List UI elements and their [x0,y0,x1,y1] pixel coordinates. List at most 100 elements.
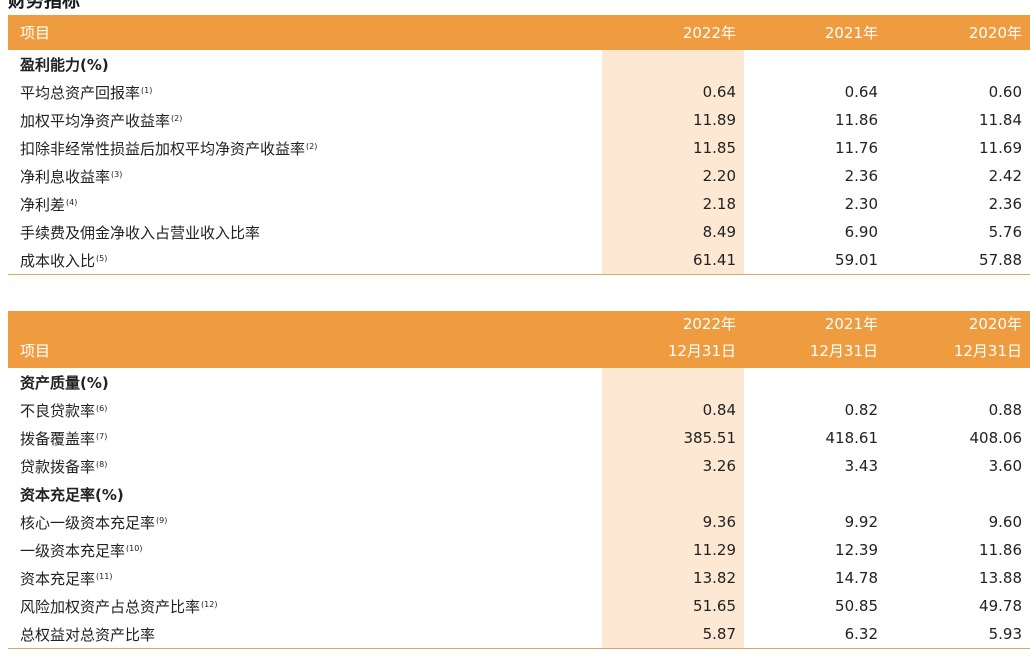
value-cell [602,368,744,396]
value-cell: 0.88 [988,401,1022,419]
value-cell: 2.30 [844,195,878,213]
header-year: 2020年 [968,315,1022,333]
row-label-text: 资本充足率(%) [20,485,124,504]
value-cell: 9.92 [844,513,878,531]
value-cell: 11.84 [979,111,1022,129]
value-cell: 0.64 [602,78,744,106]
row-label: 扣除非经常性损益后加权平均净资产收益率(2) [8,134,602,162]
value-cell: 11.29 [602,536,744,564]
value-cell: 13.82 [602,564,744,592]
value-cell [744,50,886,78]
row-label-text: 风险加权资产占总资产比率 [20,597,201,616]
header-item: 项目 [8,15,602,50]
table-row: 手续费及佣金净收入占营业收入比率 8.49 6.90 5.76 [8,218,1030,246]
value-cell [602,50,744,78]
table-row: 总权益对总资产比率 5.87 6.32 5.93 [8,620,1030,649]
value-cell [602,480,744,508]
table-row: 净利差(4) 2.18 2.30 2.36 [8,190,1030,218]
row-label: 盈利能力(%) [8,50,602,78]
value-cell: 11.69 [979,139,1022,157]
value-cell: 2.20 [602,162,744,190]
table-row: 贷款拨备率(8) 3.26 3.43 3.60 [8,452,1030,480]
value-cell: 11.86 [835,111,878,129]
table-row: 风险加权资产占总资产比率(12) 51.65 50.85 49.78 [8,592,1030,620]
header-date: 12月31日 [953,342,1022,360]
value-cell: 418.61 [825,429,879,447]
asset-quality-capital-table: 项目 2022年 12月31日 2021年 12月31日 2020年 12月31… [8,311,1030,649]
value-cell: 11.85 [602,134,744,162]
page-title: 财务指标 [8,0,80,12]
table-body: 资产质量(%) 不良贷款率(6) 0.84 0.82 0.88 拨备覆盖率(7) 385.5… [8,368,1030,649]
value-cell [744,368,886,396]
value-cell: 3.26 [602,452,744,480]
header-date: 12月31日 [809,342,878,360]
header-2020: 2020年 [886,15,1030,50]
value-cell [744,480,886,508]
footnote-marker: (3) [111,169,123,179]
row-label-text: 贷款拨备率 [20,457,96,476]
value-cell: 2.18 [602,190,744,218]
value-cell: 5.93 [886,620,1030,649]
value-cell: 2.36 [988,195,1022,213]
section-header-row: 资产质量(%) [8,368,1030,396]
value-cell: 9.60 [988,513,1022,531]
header-2022: 2022年 12月31日 [602,311,744,368]
table-row: 平均总资产回报率(1) 0.64 0.64 0.60 [8,78,1030,106]
header-2021: 2021年 [744,15,886,50]
value-cell: 5.87 [602,620,744,649]
row-label: 净利息收益率(3) [8,162,602,190]
header-2020: 2020年 12月31日 [886,311,1030,368]
value-cell: 0.64 [844,83,878,101]
table-row: 成本收入比(5) 61.41 59.01 57.88 [8,246,1030,275]
value-cell: 3.60 [988,457,1022,475]
row-label: 资产质量(%) [8,368,602,396]
value-cell: 14.78 [835,569,878,587]
value-cell: 5.76 [988,223,1022,241]
table-row: 核心一级资本充足率(9) 9.36 9.92 9.60 [8,508,1030,536]
footnote-marker: (5) [96,253,108,263]
row-label-text: 拨备覆盖率 [20,429,96,448]
footnote-marker: (8) [96,459,108,469]
row-label-text: 一级资本充足率 [20,541,126,560]
row-label-text: 总权益对总资产比率 [20,625,156,644]
row-label: 风险加权资产占总资产比率(12) [8,592,602,620]
row-label: 手续费及佣金净收入占营业收入比率 [8,218,602,246]
value-cell: 2.36 [844,167,878,185]
row-label: 总权益对总资产比率 [8,620,602,649]
row-label-text: 手续费及佣金净收入占营业收入比率 [20,223,261,242]
header-date: 12月31日 [667,342,736,360]
value-cell: 61.41 [602,246,744,275]
row-label: 一级资本充足率(10) [8,536,602,564]
value-cell: 9.36 [602,508,744,536]
value-cell [886,368,1030,396]
row-label-text: 净利息收益率 [20,167,111,186]
header-2022: 2022年 [602,15,744,50]
footnote-marker: (1) [141,85,153,95]
row-label-text: 不良贷款率 [20,401,96,420]
profitability-table: 项目 2022年 2021年 2020年 盈利能力(%) 平均总资产回报率(1) 0… [8,15,1030,275]
section-header-row: 资本充足率(%) [8,480,1030,508]
row-label: 净利差(4) [8,190,602,218]
value-cell [886,480,1030,508]
table-row: 加权平均净资产收益率(2) 11.89 11.86 11.84 [8,106,1030,134]
value-cell: 57.88 [886,246,1030,275]
value-cell [886,50,1030,78]
table-row: 拨备覆盖率(7) 385.51 418.61 408.06 [8,424,1030,452]
row-label-text: 资产质量(%) [20,373,109,392]
value-cell: 49.78 [979,597,1022,615]
table-header-row: 项目 2022年 2021年 2020年 [8,15,1030,50]
row-label: 贷款拨备率(8) [8,452,602,480]
row-label: 资本充足率(%) [8,480,602,508]
value-cell: 51.65 [602,592,744,620]
footnote-marker: (10) [126,543,143,553]
footnote-marker: (6) [96,403,108,413]
value-cell: 6.32 [744,620,886,649]
table-row: 一级资本充足率(10) 11.29 12.39 11.86 [8,536,1030,564]
footnote-marker: (9) [156,515,168,525]
footnote-marker: (2) [306,141,318,151]
value-cell: 6.90 [844,223,878,241]
value-cell: 13.88 [979,569,1022,587]
table-body: 盈利能力(%) 平均总资产回报率(1) 0.64 0.64 0.60 加权平均净资产收益率… [8,50,1030,275]
row-label-text: 扣除非经常性损益后加权平均净资产收益率 [20,139,306,158]
value-cell: 50.85 [835,597,878,615]
